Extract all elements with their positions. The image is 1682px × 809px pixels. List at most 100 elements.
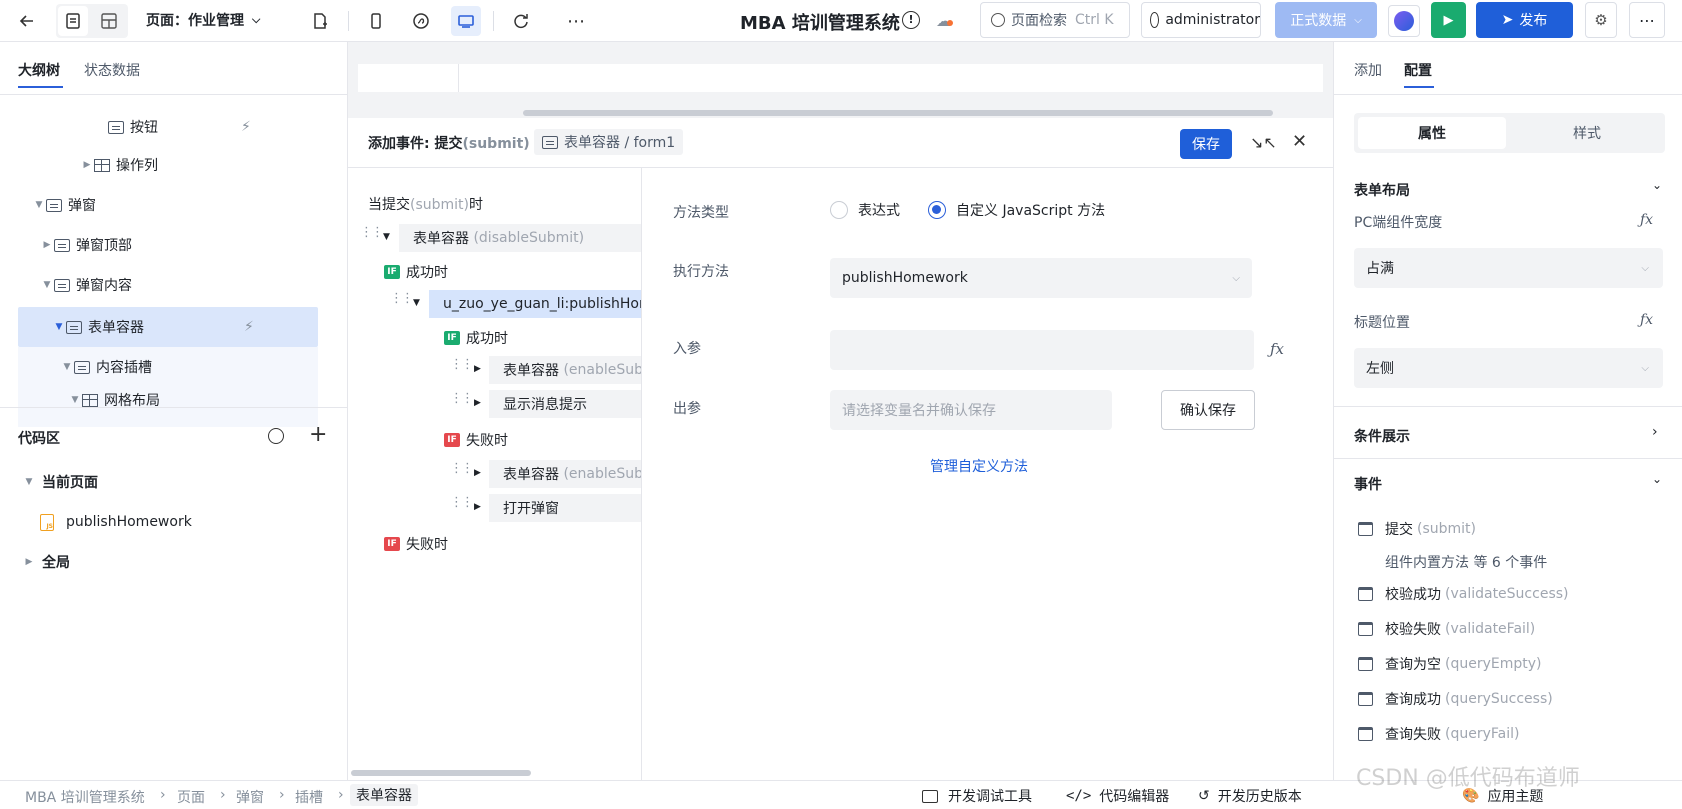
chevron-down-icon[interactable]: ⌄ [1652, 472, 1662, 486]
caret-right-icon[interactable]: ▶ [22, 557, 36, 567]
refresh-icon[interactable] [506, 6, 536, 36]
caret-down-icon[interactable]: ▼ [32, 200, 46, 210]
tree-item-action-column[interactable]: ▶ 操作列 [80, 147, 158, 183]
builtin-events-summary[interactable]: 组件内置方法 等 6 个事件 [1385, 552, 1547, 572]
event-item-query-success[interactable]: 查询成功 (querySuccess) [1358, 689, 1553, 709]
flow-node-open-dialog[interactable]: 打开弹窗 [489, 494, 641, 522]
caret-down-icon[interactable]: ▼ [60, 362, 74, 372]
more-icon[interactable]: ⋯ [561, 6, 591, 36]
dev-debug-tool[interactable]: 开发调试工具 [922, 786, 1032, 806]
lightning-icon[interactable]: ⚡ [241, 119, 251, 135]
flow-horizontal-scrollbar[interactable] [351, 770, 531, 776]
tree-item-form-container[interactable]: ▼ 表单容器 ⚡ [52, 309, 312, 345]
tree-item-content-slot[interactable]: ▼ 内容插槽 [60, 349, 152, 385]
flow-node-enable-submit-1[interactable]: 表单容器 (enableSub [489, 356, 641, 384]
tree-item-dialog[interactable]: ▼ 弹窗 [32, 187, 96, 223]
manage-custom-methods-link[interactable]: 管理自定义方法 [930, 456, 1028, 476]
caret-right-icon[interactable]: ▶ [40, 240, 54, 250]
caret-right-icon[interactable]: ▶ [474, 468, 481, 478]
chevron-down-icon[interactable]: ⌄ [1652, 178, 1662, 192]
code-method-item[interactable]: JS publishHomework [40, 504, 192, 540]
history-version-tool[interactable]: ↺ 开发历史版本 [1198, 786, 1302, 806]
layout-view-icon[interactable] [94, 6, 124, 36]
tree-item-dialog-content[interactable]: ▼ 弹窗内容 [40, 267, 132, 303]
caret-down-icon[interactable]: ▼ [52, 322, 66, 332]
code-current-page[interactable]: ▼ 当前页面 [22, 464, 98, 500]
drag-handle-icon[interactable]: ⋮⋮ [450, 496, 474, 516]
tree-item-grid-layout[interactable]: ▼ 网格布局 [68, 385, 160, 407]
radio-custom-js[interactable]: 自定义 JavaScript 方法 [928, 200, 1105, 220]
horizontal-scrollbar[interactable] [523, 110, 1273, 116]
event-item-submit[interactable]: 提交 (submit) [1358, 519, 1476, 539]
run-preview-button[interactable]: ▶ [1431, 2, 1466, 38]
search-icon[interactable] [268, 428, 284, 444]
info-icon[interactable]: ! [902, 11, 920, 29]
fx-icon[interactable]: ƒx [1640, 212, 1653, 228]
branch-success-1[interactable]: IF 成功时 [384, 262, 448, 282]
add-page-icon[interactable] [305, 6, 335, 36]
settings-icon[interactable]: ⚙ [1585, 2, 1617, 38]
flow-node-disable-submit[interactable]: 表单容器 (disableSubmit) [399, 224, 641, 252]
fx-icon[interactable]: ƒx [1640, 312, 1653, 328]
page-view-icon[interactable] [58, 6, 88, 36]
save-button[interactable]: 保存 [1180, 129, 1232, 159]
confirm-save-button[interactable]: 确认保存 [1161, 390, 1255, 430]
more-actions-icon[interactable]: ⋯ [1629, 2, 1665, 38]
caret-down-icon[interactable]: ▼ [383, 232, 390, 242]
tree-item-button[interactable]: 按钮 ⚡ [108, 109, 308, 145]
tab-config[interactable]: 配置 [1404, 60, 1432, 80]
branch-fail-2[interactable]: IF 失败时 [444, 430, 508, 450]
publish-button[interactable]: ➤ 发布 [1476, 2, 1573, 38]
event-item-validate-fail[interactable]: 校验失败 (validateFail) [1358, 619, 1535, 639]
caret-down-icon[interactable]: ▼ [413, 298, 420, 308]
caret-down-icon[interactable]: ▼ [40, 280, 54, 290]
branch-success-2[interactable]: IF 成功时 [444, 328, 508, 348]
caret-right-icon[interactable]: ▶ [474, 502, 481, 512]
drag-handle-icon[interactable]: ⋮⋮ [390, 292, 414, 312]
caret-right-icon[interactable]: ▶ [80, 160, 94, 170]
event-item-query-empty[interactable]: 查询为空 (queryEmpty) [1358, 654, 1541, 674]
breadcrumb-page[interactable]: 页面 [177, 787, 205, 807]
event-item-validate-success[interactable]: 校验成功 (validateSuccess) [1358, 584, 1569, 604]
chevron-right-icon[interactable]: › [1652, 424, 1658, 440]
conditional-display-title[interactable]: 条件展示 [1354, 426, 1410, 446]
tab-outline-tree[interactable]: 大纲树 [18, 60, 60, 80]
input-params-field[interactable] [830, 330, 1254, 370]
flow-node-method-call[interactable]: u_zuo_ye_guan_li:publishHom [429, 290, 641, 318]
tab-add[interactable]: 添加 [1354, 60, 1382, 80]
mini-program-icon[interactable] [406, 6, 436, 36]
event-item-query-fail[interactable]: 查询失败 (queryFail) [1358, 724, 1519, 744]
caret-right-icon[interactable]: ▶ [474, 398, 481, 408]
breadcrumb-app[interactable]: MBA 培训管理系统 [25, 787, 145, 807]
breadcrumb-dialog[interactable]: 弹窗 [236, 787, 264, 807]
breadcrumb-current[interactable]: 表单容器 [350, 784, 418, 806]
pc-width-select[interactable]: 占满 ⌵ [1354, 248, 1663, 288]
segment-styles[interactable]: 样式 [1512, 117, 1662, 149]
drag-handle-icon[interactable]: ⋮⋮ [450, 392, 474, 412]
radio-circle[interactable] [830, 201, 848, 219]
radio-circle-selected[interactable] [928, 201, 946, 219]
page-selector[interactable]: 页面：作业管理 ⌵ [146, 10, 260, 30]
exec-method-select[interactable]: publishHomework ⌵ [830, 258, 1252, 298]
title-position-select[interactable]: 左侧 ⌵ [1354, 348, 1663, 388]
desktop-preview-icon[interactable] [451, 6, 481, 36]
code-global[interactable]: ▶ 全局 [22, 544, 70, 580]
tree-item-dialog-header[interactable]: ▶ 弹窗顶部 [40, 227, 132, 263]
caret-down-icon[interactable]: ▼ [22, 477, 36, 487]
add-icon[interactable]: + [309, 422, 327, 448]
caret-down-icon[interactable]: ▼ [68, 395, 82, 405]
breadcrumb-slot[interactable]: 插槽 [295, 787, 323, 807]
lightning-icon[interactable]: ⚡ [244, 319, 254, 335]
page-search-input[interactable]: 页面检索 Ctrl K [980, 2, 1130, 38]
user-menu[interactable]: administrator [1141, 2, 1261, 38]
ai-assistant-icon[interactable] [1388, 5, 1420, 37]
tab-state-data[interactable]: 状态数据 [84, 60, 140, 80]
caret-right-icon[interactable]: ▶ [474, 364, 481, 374]
mobile-preview-icon[interactable] [361, 6, 391, 36]
segment-properties[interactable]: 属性 [1358, 117, 1506, 149]
back-arrow-icon[interactable] [12, 6, 42, 36]
fx-icon[interactable]: ƒx [1270, 340, 1284, 358]
flow-node-show-toast[interactable]: 显示消息提示 [489, 390, 641, 418]
drag-handle-icon[interactable]: ⋮⋮ [360, 226, 384, 246]
drag-handle-icon[interactable]: ⋮⋮ [450, 462, 474, 482]
